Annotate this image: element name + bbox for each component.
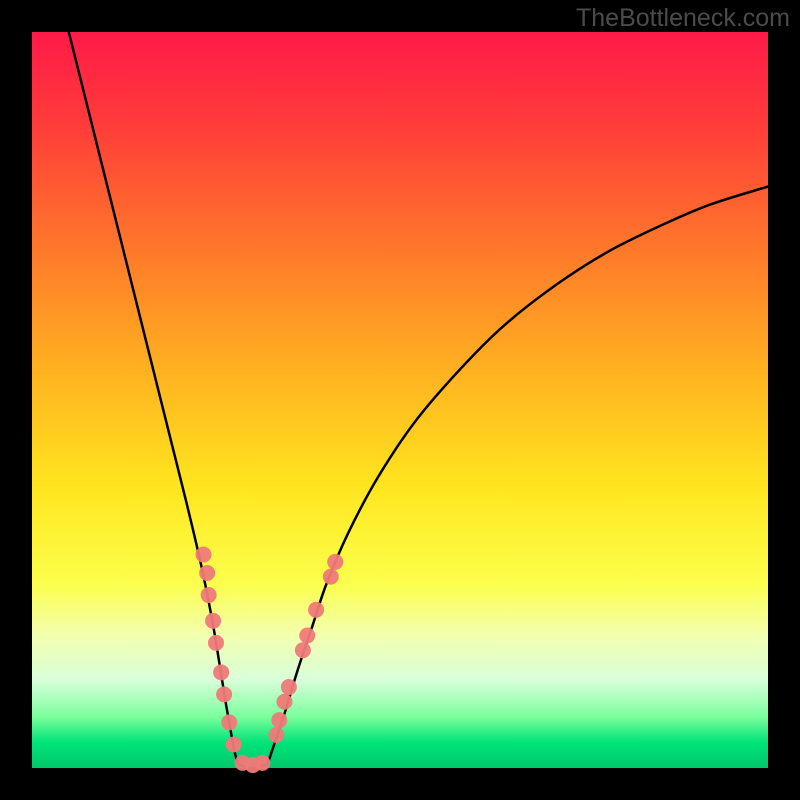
marker-left-5 — [213, 664, 229, 680]
marker-left-11 — [254, 755, 270, 771]
marker-right-1 — [271, 712, 287, 728]
marker-left-7 — [221, 714, 237, 730]
marker-left-6 — [216, 686, 232, 702]
marker-left-2 — [201, 587, 217, 603]
marker-right-6 — [308, 602, 324, 618]
plot-background — [32, 32, 768, 768]
chart-frame: TheBottleneck.com — [0, 0, 800, 800]
marker-right-5 — [299, 628, 315, 644]
marker-left-4 — [208, 635, 224, 651]
marker-right-3 — [281, 679, 297, 695]
marker-left-1 — [199, 565, 215, 581]
marker-right-0 — [268, 727, 284, 743]
marker-right-8 — [327, 554, 343, 570]
marker-right-7 — [323, 569, 339, 585]
marker-left-8 — [226, 736, 242, 752]
marker-right-4 — [295, 642, 311, 658]
chart-canvas — [0, 0, 800, 800]
marker-left-3 — [205, 613, 221, 629]
marker-right-2 — [276, 694, 292, 710]
marker-left-0 — [195, 547, 211, 563]
